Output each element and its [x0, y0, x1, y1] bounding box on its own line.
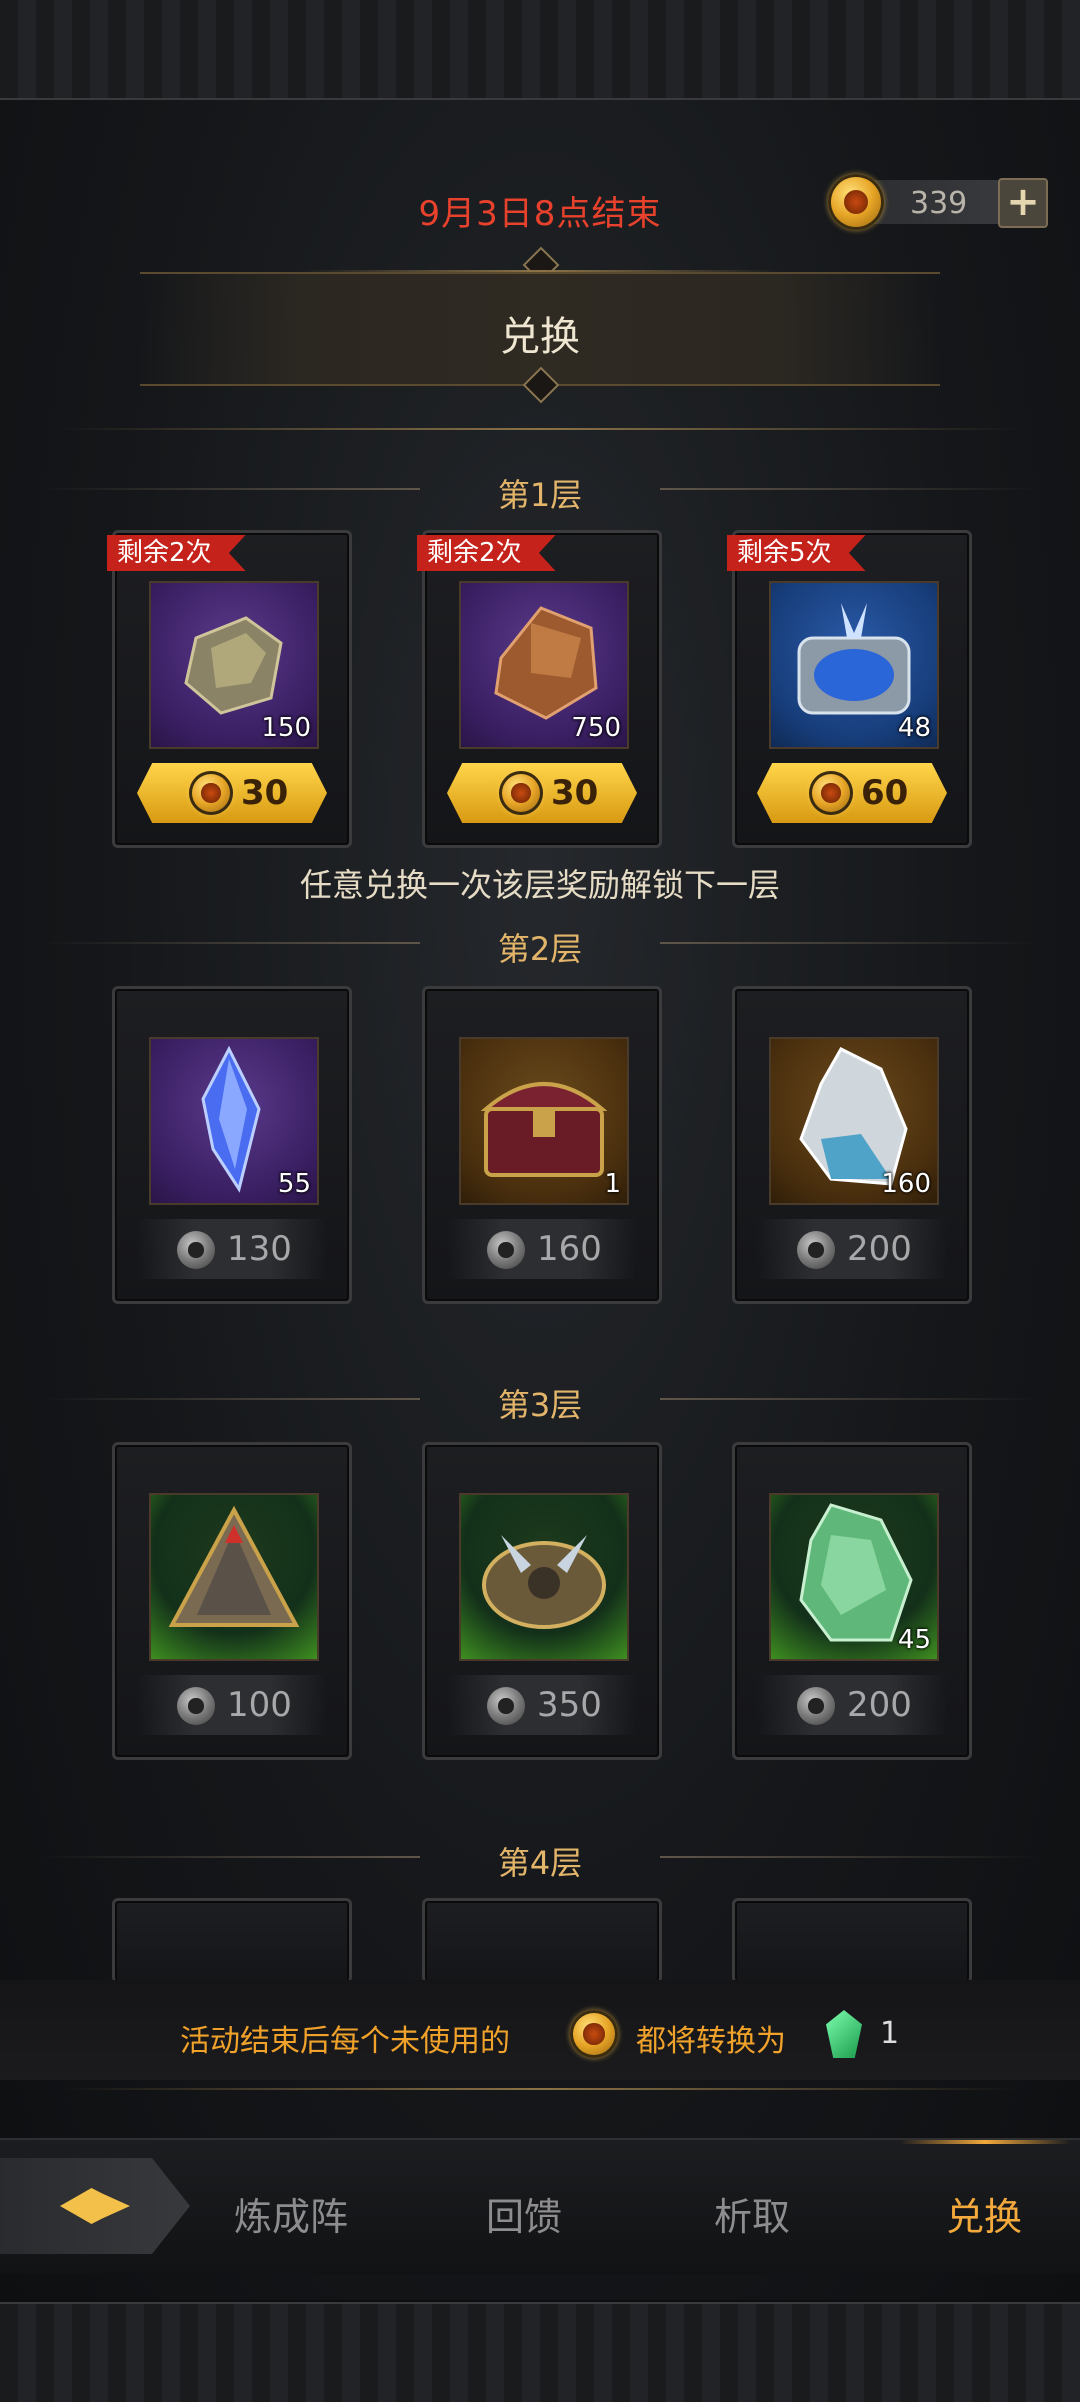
tier-label: 第1层 — [497, 476, 583, 514]
item-quantity: 55 — [277, 1169, 311, 1199]
item-thumbnail: 45 — [769, 1493, 939, 1661]
silver-coin-icon — [797, 1687, 835, 1725]
bottom-frame — [0, 2302, 1080, 2402]
item-thumbnail: 160 — [769, 1037, 939, 1205]
price-button[interactable]: 160 — [447, 1219, 637, 1279]
tier-line-right — [660, 488, 1040, 490]
exchange-card[interactable]: 160 200 — [732, 986, 972, 1304]
currency-display: 339 + — [820, 172, 1048, 232]
gold-coin-icon — [189, 771, 233, 815]
silver-coin-icon — [487, 1687, 525, 1725]
item-thumbnail — [149, 1493, 319, 1661]
price-value: 130 — [227, 1229, 292, 1269]
back-arrow-icon — [60, 2188, 130, 2224]
tier-1-header: 第1层 — [0, 464, 1080, 514]
price-button[interactable]: 200 — [757, 1219, 947, 1279]
tier-label: 第4层 — [497, 1844, 583, 1882]
item-quantity: 160 — [881, 1169, 931, 1199]
price-value: 60 — [861, 773, 909, 813]
gold-coin-icon — [809, 771, 853, 815]
currency-amount: 339 — [910, 186, 968, 221]
exchange-card[interactable]: 45 200 — [732, 1442, 972, 1760]
remaining-badge: 剩余2次 — [417, 535, 556, 571]
item-quantity: 45 — [897, 1625, 931, 1655]
item-quantity: 1 — [604, 1169, 621, 1199]
section-divider — [60, 428, 1020, 430]
tab-exchange[interactable]: 兑换 — [946, 2186, 1022, 2241]
price-button[interactable]: 30 — [447, 763, 637, 823]
exchange-card[interactable] — [112, 1898, 352, 1983]
page-title: 兑换 — [500, 314, 580, 360]
price-button[interactable]: 100 — [137, 1675, 327, 1735]
gold-coin-icon — [499, 771, 543, 815]
exchange-card[interactable]: 150 剩余2次 30 — [107, 530, 352, 848]
price-button[interactable]: 350 — [447, 1675, 637, 1735]
exchange-card[interactable]: 1 160 — [422, 986, 662, 1304]
tier-line-right — [660, 1398, 1040, 1400]
silver-coin-icon — [177, 1231, 215, 1269]
pyramid-relic-icon — [168, 1505, 300, 1627]
price-value: 100 — [227, 1685, 292, 1725]
gold-coin-icon — [570, 2010, 618, 2058]
price-button[interactable]: 130 — [137, 1219, 327, 1279]
price-button[interactable]: 30 — [137, 763, 327, 823]
exchange-card[interactable]: 750 剩余2次 30 — [417, 530, 662, 848]
item-quantity: 750 — [571, 713, 621, 743]
active-tab-highlight — [900, 2140, 1070, 2144]
top-frame — [0, 0, 1080, 100]
notice-amount: 1 — [880, 2016, 900, 2051]
exchange-card[interactable] — [732, 1898, 972, 1983]
tier-4-header: 第4层 — [0, 1832, 1080, 1882]
price-value: 350 — [537, 1685, 602, 1725]
silver-coin-icon — [797, 1231, 835, 1269]
tier-label: 第2层 — [497, 930, 583, 968]
price-value: 30 — [241, 773, 289, 813]
price-value: 200 — [847, 1229, 912, 1269]
green-gem-icon — [826, 2010, 862, 2058]
tier-2-header: 第2层 — [0, 918, 1080, 968]
exchange-card[interactable] — [422, 1898, 662, 1983]
notice-text-prefix: 活动结束后每个未使用的 — [180, 2024, 510, 2059]
item-thumbnail: 1 — [459, 1037, 629, 1205]
price-value: 160 — [537, 1229, 602, 1269]
conversion-notice: 活动结束后每个未使用的 都将转换为 1 — [0, 1980, 1080, 2080]
tier-line-right — [660, 942, 1040, 944]
remaining-badge: 剩余5次 — [727, 535, 866, 571]
tab-extract[interactable]: 析取 — [714, 2186, 790, 2241]
item-thumbnail: 55 — [149, 1037, 319, 1205]
back-button[interactable] — [0, 2158, 190, 2254]
silver-coin-icon — [487, 1231, 525, 1269]
notice-text-middle: 都将转换为 — [636, 2024, 786, 2059]
exchange-card[interactable]: 350 — [422, 1442, 662, 1760]
add-currency-button[interactable]: + — [998, 178, 1048, 228]
nav-divider — [60, 2088, 1020, 2090]
price-button[interactable]: 60 — [757, 763, 947, 823]
price-value: 200 — [847, 1685, 912, 1725]
exchange-card[interactable]: 100 — [112, 1442, 352, 1760]
item-quantity: 150 — [261, 713, 311, 743]
item-thumbnail: 48 — [769, 581, 939, 749]
tier-line-right — [660, 1856, 1040, 1858]
silver-coin-icon — [177, 1687, 215, 1725]
remaining-badge: 剩余2次 — [107, 535, 246, 571]
item-thumbnail: 750 — [459, 581, 629, 749]
bottom-nav: 炼成阵 回馈 析取 兑换 — [0, 2138, 1080, 2274]
unlock-hint: 任意兑换一次该层奖励解锁下一层 — [299, 866, 780, 904]
spiked-armor-icon — [482, 1535, 606, 1629]
exchange-card[interactable]: 48 剩余5次 60 — [727, 530, 972, 848]
price-button[interactable]: 200 — [757, 1675, 947, 1735]
exchange-card[interactable]: 55 130 — [112, 986, 352, 1304]
tab-feedback[interactable]: 回馈 — [486, 2186, 562, 2241]
item-quantity: 48 — [897, 713, 931, 743]
treasure-chest-icon — [480, 1082, 608, 1177]
gold-coin-icon — [828, 174, 884, 230]
price-value: 30 — [551, 773, 599, 813]
tab-alchemy[interactable]: 炼成阵 — [234, 2186, 348, 2241]
tier-3-header: 第3层 — [0, 1374, 1080, 1424]
item-thumbnail: 150 — [149, 581, 319, 749]
tier-label: 第3层 — [497, 1386, 583, 1424]
item-thumbnail — [459, 1493, 629, 1661]
